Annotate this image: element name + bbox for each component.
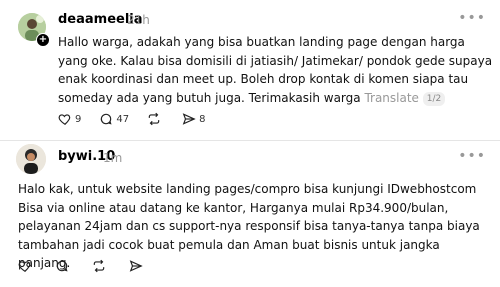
- page-indicator: 1/2: [422, 91, 446, 106]
- more-icon[interactable]: •••: [458, 148, 486, 164]
- like-count: 9: [75, 113, 82, 125]
- heart-icon: [18, 261, 31, 272]
- like-button[interactable]: 9: [58, 112, 81, 126]
- plus-icon[interactable]: +: [36, 33, 50, 47]
- share-count: 8: [199, 113, 206, 125]
- timestamp: 1m: [103, 151, 123, 165]
- avatar[interactable]: [16, 144, 46, 174]
- share-icon: [129, 260, 143, 272]
- post-text: Hallo warga, adakah yang bisa buatkan la…: [58, 33, 498, 107]
- timestamp: 21h: [127, 13, 150, 27]
- repost-button[interactable]: [92, 259, 109, 273]
- repost-icon: [93, 259, 105, 273]
- comment-count: 47: [116, 113, 130, 125]
- action-bar: 9 47 8: [58, 112, 223, 126]
- action-bar: [18, 259, 166, 273]
- more-icon[interactable]: •••: [458, 10, 486, 26]
- like-button[interactable]: [18, 259, 35, 273]
- repost-icon: [148, 112, 160, 126]
- share-button[interactable]: [129, 259, 146, 273]
- comment-icon: [101, 113, 112, 125]
- share-button[interactable]: 8: [182, 112, 205, 126]
- repost-button[interactable]: [147, 112, 164, 126]
- comment-icon: [56, 260, 68, 272]
- translate-link[interactable]: Translate: [364, 91, 419, 105]
- comment-button[interactable]: [55, 259, 72, 273]
- post-original: + deaameelia 21h ••• Hallo warga, adakah…: [0, 0, 500, 140]
- share-icon: [182, 113, 196, 125]
- comment-button[interactable]: 47: [99, 112, 129, 126]
- heart-icon: [58, 114, 71, 125]
